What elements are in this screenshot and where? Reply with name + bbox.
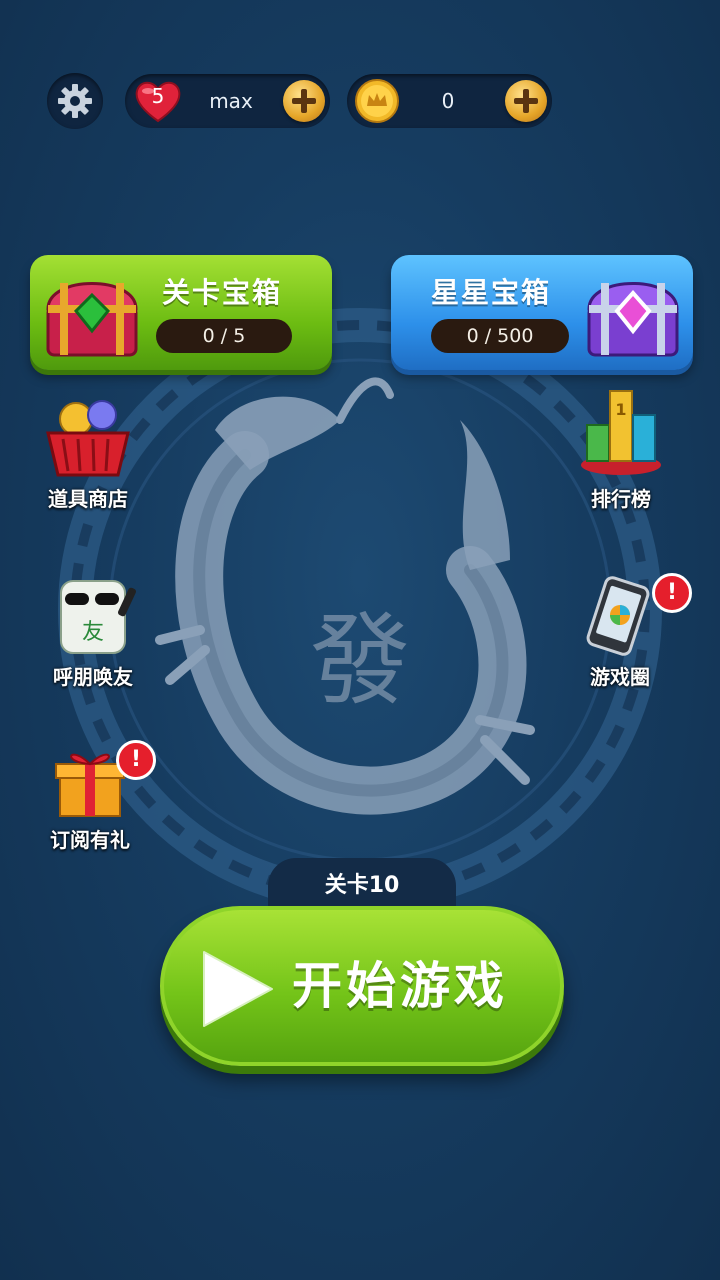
treasure-chest-icon — [46, 282, 138, 357]
level-chest-card[interactable]: 关卡宝箱 0 / 5 — [30, 255, 332, 370]
leaderboard-label: 排行榜 — [591, 487, 651, 511]
panda-friend-icon: 友 — [60, 580, 136, 654]
coin-crown-icon — [355, 79, 399, 123]
add-coins-button[interactable] — [505, 80, 547, 122]
coin-amount: 0 — [441, 89, 455, 113]
subscribe-gift-button[interactable]: 订阅有礼 ! — [30, 740, 156, 853]
purple-chest-icon — [587, 282, 679, 357]
game-circle-alert-badge: ! — [652, 573, 692, 613]
level-chest-title: 关卡宝箱 — [162, 276, 283, 309]
star-chest-title: 星星宝箱 — [431, 276, 552, 309]
emblem-character: 發 — [310, 602, 410, 719]
invite-friends-label: 呼朋唤友 — [53, 665, 133, 689]
lives-max-label: max — [209, 89, 253, 113]
start-game-label: 开始游戏 — [292, 957, 508, 1015]
gear-icon — [58, 84, 92, 118]
add-lives-button[interactable] — [283, 80, 325, 122]
game-circle-button[interactable]: 游戏圈 ! — [560, 573, 692, 690]
trophy-podium-icon: 1 — [581, 390, 661, 475]
settings-button[interactable] — [47, 73, 103, 129]
lives-counter: 5 max — [125, 74, 330, 128]
shop-basket-icon — [46, 400, 130, 477]
coins-counter: 0 — [347, 74, 552, 128]
leaderboard-button[interactable]: 1 排行榜 — [561, 383, 681, 512]
subscribe-gift-label: 订阅有礼 — [50, 828, 130, 852]
svg-text:1: 1 — [615, 400, 626, 419]
star-chest-card[interactable]: 星星宝箱 0 / 500 — [391, 255, 693, 370]
shop-label: 道具商店 — [48, 487, 128, 511]
game-circle-label: 游戏圈 — [590, 665, 650, 689]
subscribe-alert-badge: ! — [116, 740, 156, 780]
star-chest-progress: 0 / 500 — [431, 319, 569, 353]
level-chest-progress: 0 / 5 — [156, 319, 292, 353]
invite-friends-button[interactable]: 友 呼朋唤友 — [33, 573, 153, 690]
lives-count: 5 — [151, 84, 165, 108]
shop-button[interactable]: 道具商店 — [28, 395, 148, 512]
plus-icon — [292, 89, 316, 113]
svg-text:友: 友 — [82, 620, 104, 645]
start-game-button[interactable]: 开始游戏 — [160, 906, 564, 1066]
plus-icon — [514, 89, 538, 113]
play-icon — [203, 951, 273, 1027]
